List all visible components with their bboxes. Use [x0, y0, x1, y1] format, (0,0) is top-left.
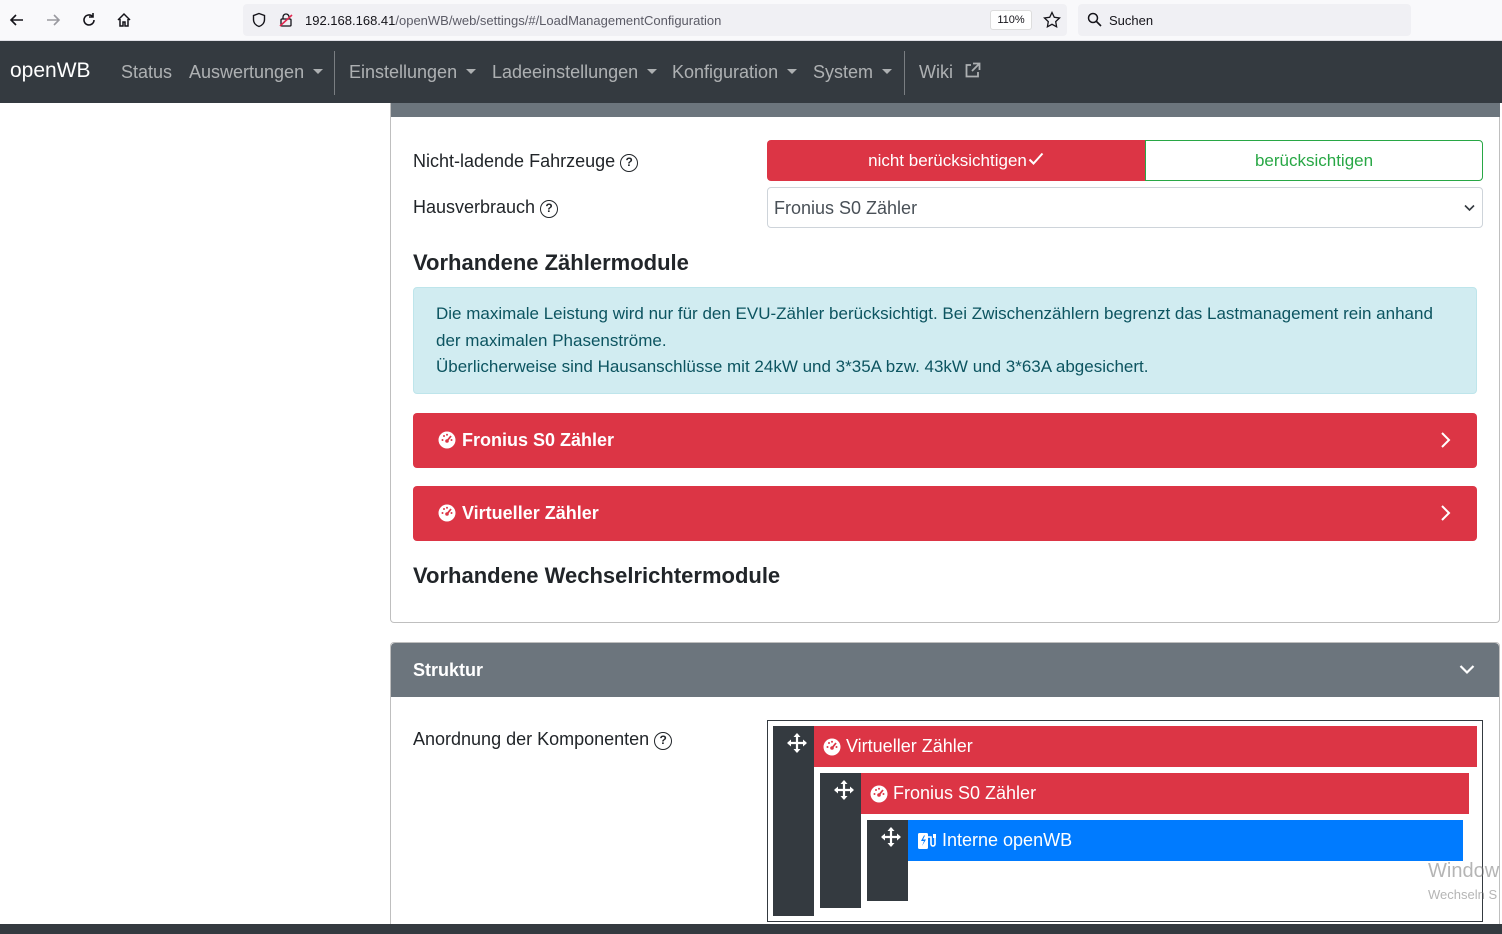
nav-wiki[interactable]: Wiki: [919, 62, 981, 84]
help-icon[interactable]: ?: [654, 732, 673, 750]
load-management-card: Nicht-ladende Fahrzeuge? nicht berücksic…: [390, 103, 1500, 623]
charging-station-icon: [917, 832, 937, 850]
nav-ladeeinstellungen[interactable]: Ladeeinstellungen: [492, 62, 658, 83]
inverter-modules-heading: Vorhandene Wechselrichtermodule: [413, 563, 781, 588]
help-icon[interactable]: ?: [540, 200, 559, 218]
check-icon: [1028, 151, 1044, 171]
counter-modules-heading: Vorhandene Zählermodule: [413, 250, 689, 275]
caret-down-icon: [787, 69, 798, 74]
move-icon[interactable]: [881, 827, 901, 852]
reload-icon[interactable]: [78, 9, 100, 31]
caret-down-icon: [882, 69, 893, 74]
bottom-bar: [0, 924, 1502, 934]
chevron-down-icon: [1459, 662, 1475, 680]
nav-system[interactable]: System: [813, 62, 893, 83]
tree-node-fronius: Fronius S0 Zähler Interne openWB: [819, 772, 1470, 909]
house-consumption-select[interactable]: Fronius S0 Zähler: [767, 187, 1483, 228]
caret-down-icon: [647, 69, 658, 74]
counter-title: Fronius S0 Zähler: [462, 430, 615, 450]
search-icon: [1087, 12, 1102, 32]
component-tree: Virtueller Zähler Fronius S0 Zähler Inte…: [767, 720, 1483, 922]
brand-logo[interactable]: openWB: [10, 59, 91, 83]
counter-item-fronius[interactable]: Fronius S0 Zähler: [413, 413, 1477, 468]
search-placeholder: Suchen: [1109, 13, 1154, 28]
insecure-lock-icon[interactable]: [278, 12, 294, 33]
house-consumption-label: Hausverbrauch?: [413, 197, 559, 218]
nav-konfiguration[interactable]: Konfiguration: [672, 62, 798, 83]
forward-icon[interactable]: [42, 9, 64, 31]
tachometer-icon: [438, 504, 456, 527]
shield-icon[interactable]: [251, 12, 267, 33]
counter-title: Virtueller Zähler: [462, 503, 599, 523]
info-alert: Die maximale Leistung wird nur für den E…: [413, 287, 1477, 394]
tree-node-children: [908, 861, 1463, 901]
url-text[interactable]: 192.168.168.41/openWB/web/settings/#/Loa…: [305, 13, 721, 28]
windows-activation-watermark-sub: Wechseln S: [1428, 887, 1498, 902]
non-charging-vehicles-label: Nicht-ladende Fahrzeuge?: [413, 151, 639, 172]
nav-divider: [904, 51, 905, 95]
zoom-badge[interactable]: 110%: [990, 10, 1032, 30]
caret-down-icon: [466, 69, 477, 74]
external-link-icon: [964, 62, 981, 84]
tree-node-label: Interne openWB: [942, 830, 1073, 850]
tree-node-children: Interne openWB: [861, 814, 1469, 908]
tachometer-icon: [438, 431, 456, 454]
move-icon[interactable]: [787, 733, 807, 758]
structure-card-header[interactable]: Struktur: [391, 643, 1499, 697]
structure-card: Struktur Anordnung der Komponenten? Virt…: [390, 642, 1500, 934]
windows-activation-watermark: Window: [1428, 860, 1500, 882]
tachometer-icon: [870, 785, 888, 803]
tree-node-internal-openwb: Interne openWB: [866, 819, 1464, 902]
option-consider-button[interactable]: berücksichtigen: [1145, 140, 1483, 181]
tree-node-virtual-head[interactable]: Virtueller Zähler: [814, 726, 1477, 767]
tree-node-fronius-head[interactable]: Fronius S0 Zähler: [861, 773, 1469, 814]
chevron-down-icon: [1464, 201, 1475, 215]
info-text-2: Überlicherweise sind Hausanschlüsse mit …: [436, 357, 1149, 376]
home-icon[interactable]: [113, 9, 135, 31]
back-icon[interactable]: [6, 9, 28, 31]
app-navbar: openWB Status Auswertungen Einstellungen…: [0, 41, 1502, 103]
tree-node-internal-openwb-head[interactable]: Interne openWB: [908, 820, 1463, 861]
move-icon[interactable]: [834, 780, 854, 805]
url-bar[interactable]: 192.168.168.41/openWB/web/settings/#/Loa…: [243, 4, 1067, 36]
tree-node-label: Virtueller Zähler: [846, 736, 973, 756]
browser-toolbar: 192.168.168.41/openWB/web/settings/#/Loa…: [0, 0, 1502, 41]
arrangement-label: Anordnung der Komponenten?: [413, 729, 673, 750]
info-text-1: Die maximale Leistung wird nur für den E…: [436, 304, 1433, 350]
nav-einstellungen[interactable]: Einstellungen: [349, 62, 477, 83]
search-bar[interactable]: Suchen: [1078, 4, 1411, 36]
nav-auswertungen[interactable]: Auswertungen: [189, 62, 324, 83]
caret-down-icon: [313, 69, 324, 74]
nav-divider: [334, 51, 335, 95]
counter-item-virtual[interactable]: Virtueller Zähler: [413, 486, 1477, 541]
chevron-right-icon: [1440, 431, 1451, 454]
structure-title: Struktur: [413, 660, 484, 680]
tachometer-icon: [823, 738, 841, 756]
tree-node-virtual: Virtueller Zähler Fronius S0 Zähler Inte…: [773, 726, 1477, 916]
help-icon[interactable]: ?: [620, 154, 639, 172]
card-header-strip: [391, 103, 1500, 117]
bookmark-star-icon[interactable]: [1043, 10, 1061, 34]
chevron-right-icon: [1440, 504, 1451, 527]
tree-node-children: Fronius S0 Zähler Interne openWB: [814, 767, 1477, 916]
option-not-consider-button[interactable]: nicht berücksichtigen: [767, 140, 1145, 181]
tree-node-label: Fronius S0 Zähler: [893, 783, 1037, 803]
nav-status[interactable]: Status: [121, 62, 172, 83]
